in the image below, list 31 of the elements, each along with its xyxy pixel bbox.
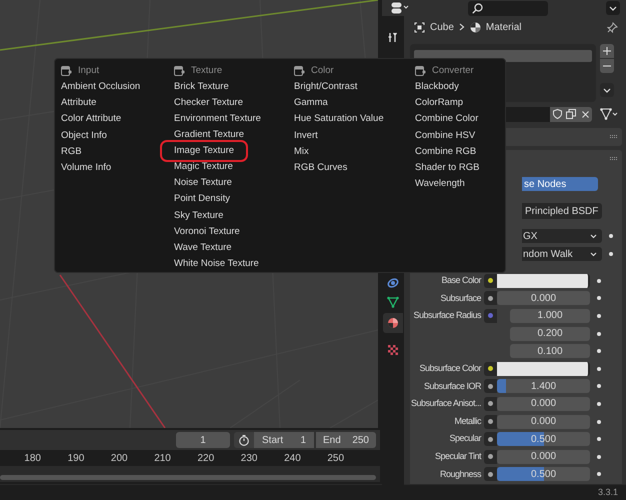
field-label: End <box>323 434 341 448</box>
breadcrumb-object: Cube <box>430 20 454 34</box>
field-value: 250 <box>352 434 369 448</box>
frame-number: 180 <box>24 452 41 466</box>
dropdown-value: GX <box>523 230 538 244</box>
input-label: Base Color <box>441 274 481 288</box>
frame-number: 220 <box>197 452 214 466</box>
input-label: Specular <box>449 432 481 446</box>
frame-number: 210 <box>154 452 171 466</box>
menu-heading: Color <box>311 64 334 78</box>
frame-number: 190 <box>68 452 84 466</box>
field-label: Start <box>262 434 284 448</box>
menu-heading: Converter <box>432 64 474 78</box>
frame-number: 240 <box>284 452 301 466</box>
field-value: 1 <box>300 434 306 448</box>
version-label: 3.3.1 <box>598 486 618 499</box>
input-label: Subsurface Anisot... <box>410 397 481 410</box>
input-label: Metallic <box>454 414 481 428</box>
breadcrumb-material: Material <box>486 20 522 34</box>
frame-number: 200 <box>110 452 128 466</box>
input-label: Subsurface <box>440 292 481 305</box>
menu-heading: Input <box>78 64 100 78</box>
input-label: Subsurface Radius <box>413 309 481 322</box>
frame-number: 250 <box>327 452 344 466</box>
input-label: Specular Tint <box>434 450 481 463</box>
frame-number: 230 <box>240 452 258 466</box>
input-label: Roughness <box>440 468 481 481</box>
input-label: Subsurface IOR <box>424 380 481 393</box>
input-label: Subsurface Color <box>419 362 481 376</box>
dropdown-value: ndom Walk <box>523 248 573 262</box>
menu-heading: Texture <box>191 64 222 78</box>
